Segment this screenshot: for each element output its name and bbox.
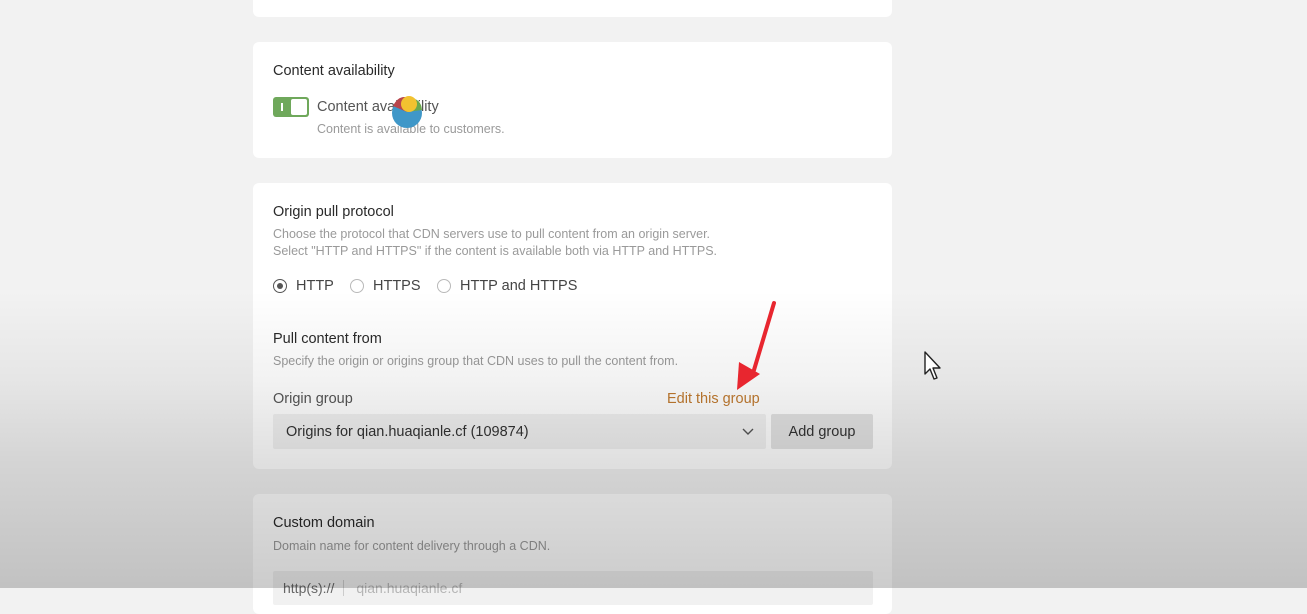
radio-http-circle — [273, 279, 287, 293]
custom-domain-card: Custom domain Domain name for content de… — [253, 494, 892, 614]
toggle-knob — [291, 99, 307, 115]
radio-http-and-https[interactable]: HTTP and HTTPS — [437, 278, 577, 294]
custom-domain-title: Custom domain — [273, 515, 375, 531]
chevron-down-icon — [742, 428, 754, 435]
custom-domain-field[interactable]: http(s):// qian.huaqianle.cf — [273, 571, 873, 605]
origin-group-label: Origin group — [273, 391, 353, 407]
content-availability-toggle[interactable] — [273, 97, 309, 117]
origin-group-selected-value: Origins for qian.huaqianle.cf (109874) — [286, 423, 529, 440]
mouse-cursor-icon — [924, 351, 941, 380]
radio-https[interactable]: HTTPS — [350, 278, 421, 294]
radio-http[interactable]: HTTP — [273, 278, 334, 294]
pull-content-from-title: Pull content from — [273, 331, 382, 347]
origin-pull-protocol-card: Origin pull protocol Choose the protocol… — [253, 183, 892, 469]
content-availability-card: Content availability Content availabilit… — [253, 42, 892, 158]
origin-pull-protocol-title: Origin pull protocol — [273, 204, 394, 220]
toggle-on-mark — [281, 103, 283, 111]
radio-http-and-https-label: HTTP and HTTPS — [460, 278, 578, 294]
protocol-description-line-1: Choose the protocol that CDN servers use… — [273, 227, 711, 241]
radio-http-and-https-circle — [437, 279, 451, 293]
add-group-button[interactable]: Add group — [771, 414, 873, 449]
custom-domain-description: Domain name for content delivery through… — [273, 539, 551, 553]
domain-input-placeholder: qian.huaqianle.cf — [356, 580, 463, 596]
radio-http-label: HTTP — [296, 278, 334, 294]
pull-content-description: Specify the origin or origins group that… — [273, 354, 679, 368]
content-availability-title: Content availability — [273, 63, 395, 79]
loading-spinner-icon — [392, 96, 422, 128]
radio-https-circle — [350, 279, 364, 293]
protocol-description-line-2: Select "HTTP and HTTPS" if the content i… — [273, 244, 718, 258]
origin-group-select[interactable]: Origins for qian.huaqianle.cf (109874) — [273, 414, 766, 449]
domain-prefix: http(s):// — [273, 580, 345, 596]
previous-section-card — [253, 0, 892, 17]
radio-https-label: HTTPS — [373, 278, 421, 294]
edit-group-link[interactable]: Edit this group — [667, 391, 760, 407]
